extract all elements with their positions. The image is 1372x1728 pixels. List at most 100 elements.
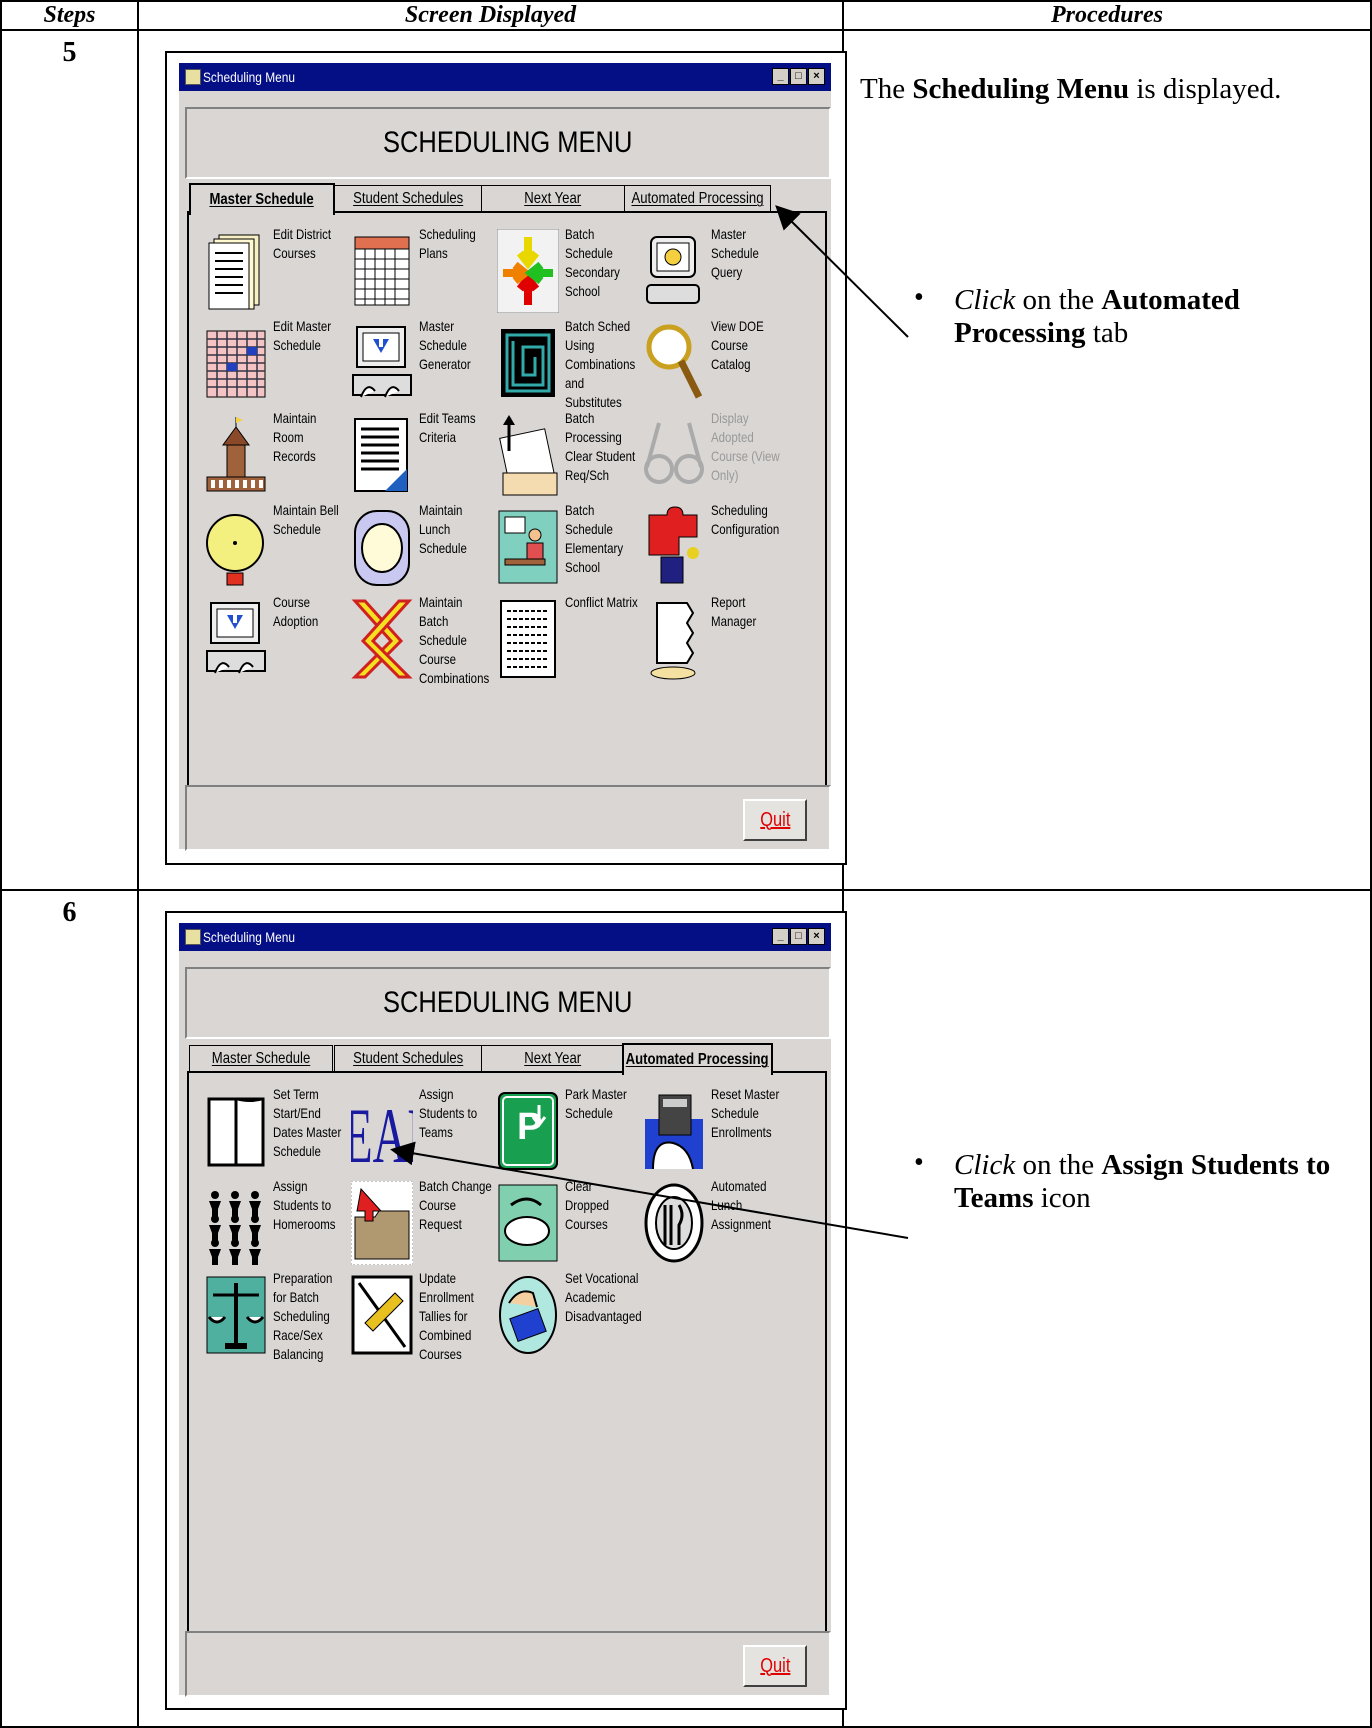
tab-automated-processing[interactable]: Automated Processing xyxy=(624,185,771,212)
tab-master-schedule[interactable]: Master Schedule xyxy=(189,1045,333,1072)
menu-item[interactable]: View DOE Course Catalog xyxy=(637,317,787,409)
app-icon xyxy=(185,929,201,945)
menu-item[interactable]: Conflict Matrix xyxy=(491,593,641,685)
procedure-bullets: Click on the Assign Students to Teams ic… xyxy=(844,1147,1370,1215)
plate-fork-knife-icon xyxy=(644,1183,704,1263)
menu-item-label: Clear Dropped Courses xyxy=(565,1178,610,1232)
menu-item-label: Edit Teams Criteria xyxy=(419,410,476,445)
menu-item[interactable]: Report Manager xyxy=(637,593,787,685)
step-5-cell: 5 xyxy=(0,29,139,891)
magnifier-icon xyxy=(646,324,703,399)
menu-item[interactable]: Reset Master Schedule Enrollments xyxy=(637,1085,787,1177)
maximize-icon[interactable]: □ xyxy=(790,928,807,945)
tab-next-year[interactable]: Next Year xyxy=(481,185,625,212)
team-text-icon: TEAM xyxy=(351,1094,413,1173)
bottom-panel: Quit xyxy=(185,785,831,851)
menu-item-label: Park Master Schedule xyxy=(565,1086,627,1121)
paper-stack-icon xyxy=(650,602,696,680)
menu-item[interactable]: Master Schedule Generator xyxy=(345,317,495,409)
menu-item[interactable]: Edit Master Schedule xyxy=(199,317,349,409)
tab-master-schedule[interactable]: Master Schedule xyxy=(189,183,335,215)
menu-item[interactable]: Batch Schedule Elementary School xyxy=(491,501,641,593)
minimize-icon[interactable]: _ xyxy=(772,68,789,85)
menu-item[interactable]: Preparation for Batch Scheduling Race/Se… xyxy=(199,1269,349,1362)
menu-item[interactable]: Set Vocational Academic Disadvantaged xyxy=(491,1269,642,1361)
menu-item[interactable]: Set Term Start/End Dates Master Schedule xyxy=(199,1085,349,1177)
menu-item[interactable]: Assign Students to Homerooms xyxy=(199,1177,349,1269)
crossed-arrows-icon xyxy=(351,599,413,679)
title-bar: Scheduling Menu _ □ × xyxy=(179,923,831,951)
menu-item[interactable]: Clear Dropped Courses xyxy=(491,1177,641,1269)
menu-item[interactable]: Batch Schedule Secondary School xyxy=(491,225,641,317)
menu-item-label: Conflict Matrix xyxy=(565,594,638,610)
menu-item[interactable]: Maintain Batch Schedule Course Combinati… xyxy=(345,593,495,686)
converging-arrows-icon xyxy=(497,229,559,313)
menu-item[interactable]: Maintain Room Records xyxy=(199,409,349,501)
close-icon[interactable]: × xyxy=(808,928,825,945)
menu-item[interactable]: Batch Change Course Request xyxy=(345,1177,495,1269)
menu-item[interactable]: Automated Lunch Assignment xyxy=(637,1177,787,1269)
bullet-italic: Click xyxy=(954,284,1016,316)
text-post: is displayed. xyxy=(1129,73,1282,105)
menu-item[interactable]: Batch Sched Using Combinations and Subst… xyxy=(491,317,641,410)
menu-item[interactable]: Scheduling Plans xyxy=(345,225,495,317)
minimize-icon[interactable]: _ xyxy=(772,928,789,945)
hand-book-icon xyxy=(499,1276,557,1354)
tab-student-schedules[interactable]: Student Schedules xyxy=(334,185,482,212)
calendar-icon xyxy=(354,236,410,306)
close-icon[interactable]: × xyxy=(808,68,825,85)
maximize-icon[interactable]: □ xyxy=(790,68,807,85)
team-text: TEAM xyxy=(351,1094,413,1173)
menu-item[interactable]: TEAMAssign Students to Teams xyxy=(345,1085,495,1177)
tab-automated-processing[interactable]: Automated Processing xyxy=(622,1043,773,1075)
menu-item-label: Automated Lunch Assignment xyxy=(711,1178,771,1232)
menu-item-label: Scheduling Configuration xyxy=(711,502,780,537)
tab-strip: Master Schedule Student Schedules Next Y… xyxy=(189,1043,825,1075)
banner-panel: SCHEDULING MENU xyxy=(185,967,831,1039)
menu-item[interactable]: Maintain Lunch Schedule xyxy=(345,501,495,593)
banner-panel: SCHEDULING MENU xyxy=(185,107,831,179)
step-number: 5 xyxy=(62,37,77,68)
menu-item-label: Maintain Lunch Schedule xyxy=(419,502,467,556)
trash-bin-icon xyxy=(498,1184,558,1262)
menu-item-label: Batch Schedule Elementary School xyxy=(565,502,624,575)
menu-item-label: Assign Students to Homerooms xyxy=(273,1178,336,1232)
menu-item[interactable]: Edit District Courses xyxy=(199,225,349,317)
text-bold: Scheduling Menu xyxy=(912,73,1130,105)
quit-button[interactable]: Quit xyxy=(743,1645,807,1687)
tab-content: Set Term Start/End Dates Master Schedule… xyxy=(187,1071,827,1645)
menu-item-label: Set Term Start/End Dates Master Schedule xyxy=(273,1086,342,1159)
menu-item[interactable]: Master Schedule Query xyxy=(637,225,787,317)
menu-item[interactable]: P Park Master Schedule xyxy=(491,1085,641,1177)
step-6-cell: 6 xyxy=(0,889,139,1728)
bell-icon xyxy=(206,514,264,586)
hand-calculator-icon xyxy=(645,1094,703,1170)
menu-item-label: Reset Master Schedule Enrollments xyxy=(711,1086,780,1140)
quit-button[interactable]: Quit xyxy=(743,799,807,841)
window-title: Scheduling Menu xyxy=(203,69,295,85)
tab-student-schedules[interactable]: Student Schedules xyxy=(334,1045,482,1072)
report-sheet-icon xyxy=(500,600,556,678)
tab-label: Student Schedules xyxy=(352,1050,464,1067)
plate-icon xyxy=(354,510,410,586)
parking-sign-icon: P xyxy=(498,1092,558,1170)
menu-item[interactable]: Maintain Bell Schedule xyxy=(199,501,349,593)
tab-label: Master Schedule xyxy=(211,1050,311,1067)
bottom-panel: Quit xyxy=(185,1631,831,1697)
tab-label: Next Year xyxy=(524,190,582,207)
menu-item-label: Master Schedule Query xyxy=(711,226,759,280)
menu-item[interactable]: Display Adopted Course (View Only) xyxy=(637,409,787,501)
maze-icon xyxy=(501,329,555,397)
banner-title: SCHEDULING MENU xyxy=(383,986,633,1019)
tab-next-year[interactable]: Next Year xyxy=(481,1045,625,1072)
menu-item[interactable]: Update Enrollment Tallies for Combined C… xyxy=(345,1269,495,1362)
quit-label: Quit xyxy=(759,808,791,831)
menu-item[interactable]: Edit Teams Criteria xyxy=(345,409,495,501)
menu-item[interactable]: Batch Processing Clear Student Req/Sch xyxy=(491,409,641,501)
menu-item[interactable]: Scheduling Configuration xyxy=(637,501,787,593)
people-group-icon xyxy=(209,1191,261,1265)
header-screen: Screen Displayed xyxy=(137,0,844,31)
menu-item-label: Set Vocational Academic Disadvantaged xyxy=(565,1270,642,1324)
procedure-text: The Scheduling Menu is displayed. xyxy=(844,31,1370,106)
menu-item[interactable]: Course Adoption xyxy=(199,593,349,685)
